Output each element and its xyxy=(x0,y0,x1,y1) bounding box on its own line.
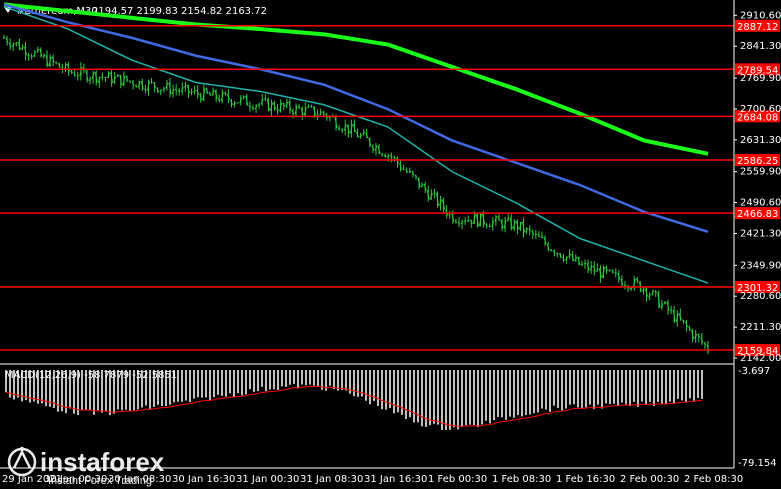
price-tick-label: 2490.60 xyxy=(740,198,781,209)
price-tick-label: 2349.90 xyxy=(740,260,781,271)
time-tick-label: 31 Jan 08:30 xyxy=(300,474,363,485)
macd-label: MACD(12,26,9) -58.7879 -52.5851 xyxy=(5,370,177,381)
time-tick-label: 1 Feb 00:30 xyxy=(428,474,487,485)
price-tick-label: 2142.00 xyxy=(740,353,781,364)
candle-body xyxy=(128,80,132,82)
time-tick-label: 2 Feb 00:30 xyxy=(620,474,679,485)
candle-body xyxy=(464,220,467,223)
watermark-brand: instaforex xyxy=(40,447,165,477)
candle-body xyxy=(608,269,611,272)
price-tick-label: 2559.90 xyxy=(740,167,781,178)
level-label: 2466.83 xyxy=(737,209,778,220)
candle-body xyxy=(540,236,544,239)
price-tick-label: 2421.30 xyxy=(740,228,781,239)
candle-body xyxy=(623,284,627,287)
time-tick-label: 30 Jan 16:30 xyxy=(172,474,235,485)
time-tick-label: 31 Jan 16:30 xyxy=(364,474,427,485)
candle-body xyxy=(433,192,436,194)
time-tick-label: 2 Feb 08:30 xyxy=(684,474,743,485)
candle-body xyxy=(580,263,584,266)
level-label: 2887.12 xyxy=(737,22,778,33)
candle-body xyxy=(236,102,239,104)
price-tick-label: 2769.90 xyxy=(740,73,781,84)
chart-background xyxy=(0,0,781,489)
price-tick-label: 2211.30 xyxy=(740,322,781,333)
level-label: 2586.25 xyxy=(737,156,778,167)
macd-tick-top: -3.697 xyxy=(738,366,770,377)
time-tick-label: 31 Jan 00:30 xyxy=(236,474,299,485)
macd-tick-bottom: -79.154 xyxy=(738,458,777,469)
price-tick-label: 2700.60 xyxy=(740,104,781,115)
price-tick-label: 2910.60 xyxy=(740,10,781,21)
candle-body xyxy=(27,54,30,57)
price-tick-label: 2841.30 xyxy=(740,41,781,52)
time-tick-label: 1 Feb 08:30 xyxy=(492,474,551,485)
candle-body xyxy=(550,249,553,252)
candle-body xyxy=(30,55,33,57)
price-tick-label: 2631.30 xyxy=(740,135,781,146)
candle-body xyxy=(534,233,537,236)
time-tick-label: 1 Feb 16:30 xyxy=(556,474,615,485)
price-tick-label: 2280.60 xyxy=(740,291,781,302)
watermark-tagline: Instant Forex Trading xyxy=(48,475,152,487)
trading-chart[interactable]: #Ethereum,M30 2194.57 2199.83 2154.82 21… xyxy=(0,0,781,489)
